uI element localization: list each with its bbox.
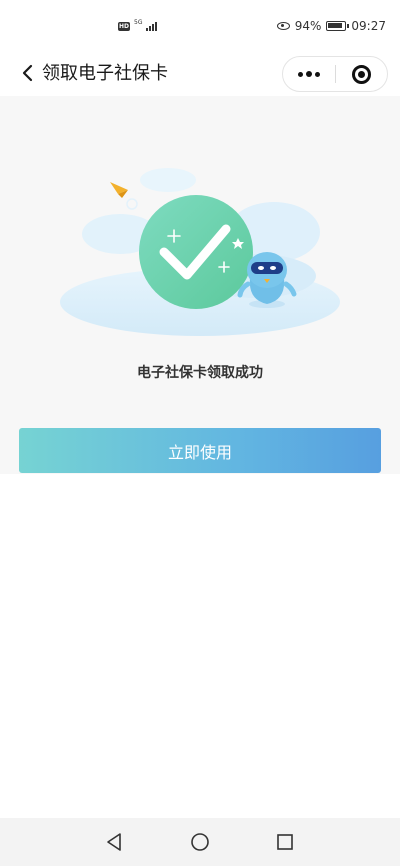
network-type: 5G	[134, 18, 143, 26]
page-title: 领取电子社保卡	[42, 63, 168, 84]
circle-home-icon[interactable]	[190, 832, 210, 852]
chevron-left-icon	[22, 64, 33, 82]
battery-percent: 94%	[294, 19, 322, 33]
success-message: 电子社保卡领取成功	[137, 365, 263, 381]
hd-badge: HD	[118, 21, 130, 31]
more-dots-icon	[297, 71, 303, 77]
main-content: 电子社保卡领取成功 立即使用	[0, 96, 400, 474]
triangle-back-icon[interactable]	[104, 832, 124, 852]
more-button[interactable]	[283, 57, 335, 91]
page-header: 领取电子社保卡	[0, 52, 400, 96]
network-indicators: HD 5G	[118, 18, 158, 31]
signal-icon	[146, 21, 158, 31]
status-right: 94% 09:27	[276, 19, 386, 33]
battery-icon	[326, 21, 350, 31]
eye-icon	[276, 22, 290, 30]
square-recent-icon[interactable]	[276, 833, 294, 851]
use-now-button[interactable]: 立即使用	[19, 428, 381, 473]
mini-program-capsule	[282, 56, 388, 92]
close-mini-program-button[interactable]	[335, 57, 387, 91]
clock: 09:27	[351, 19, 386, 33]
system-navigation-bar	[0, 818, 400, 866]
success-checkmark-illustration	[60, 168, 340, 336]
status-bar: HD 5G 94% 09:27	[0, 0, 400, 52]
back-button[interactable]	[16, 62, 38, 84]
target-circle-icon	[351, 64, 371, 84]
